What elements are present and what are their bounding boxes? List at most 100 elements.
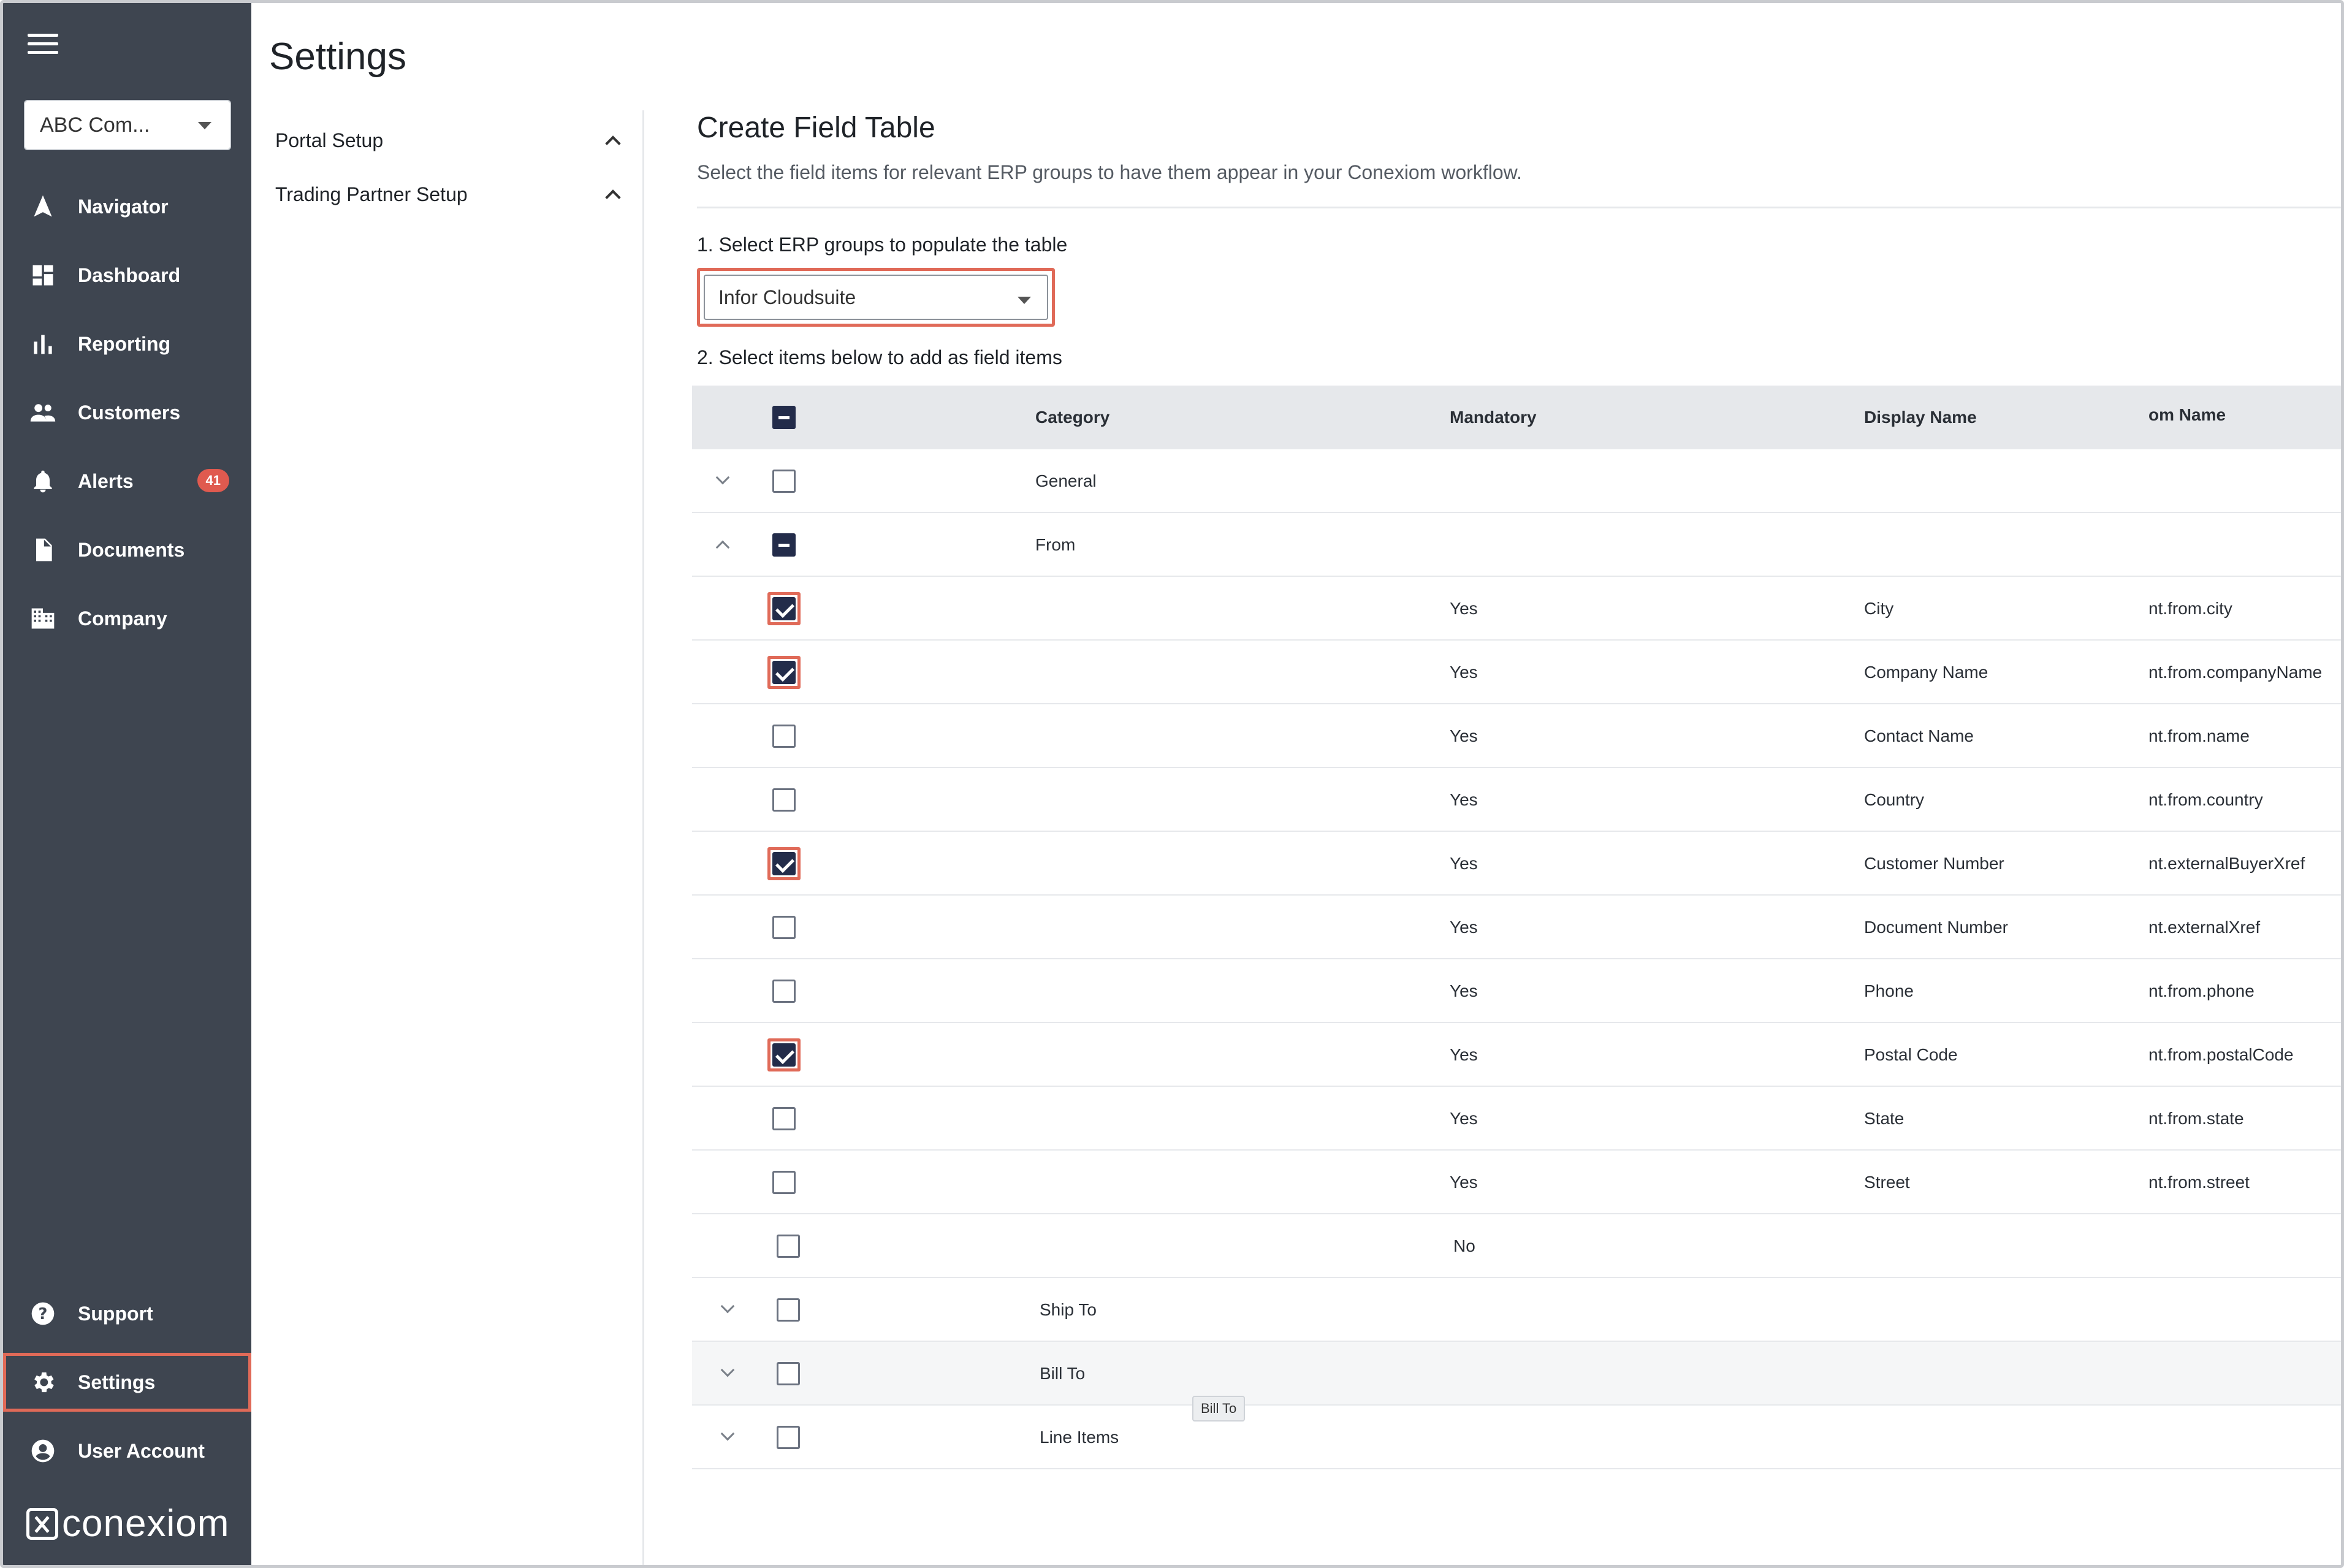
row-checkbox[interactable] (777, 1235, 800, 1258)
category-cell: General (1035, 471, 1097, 490)
field-table: Category Mandatory Display Name om Name … (692, 386, 2341, 1469)
select-all-checkbox[interactable] (772, 406, 796, 429)
chevron-up-icon (605, 135, 621, 151)
user-circle-icon (28, 1436, 58, 1466)
bar-chart-icon (28, 329, 58, 359)
custom-name-cell: nt.externalBuyerXref (2148, 854, 2305, 873)
row-checkbox[interactable] (772, 916, 796, 939)
table-row: Yes Country nt.from.country (692, 768, 2341, 832)
display-name-cell: Country (1864, 790, 1925, 809)
sidebar-item-label: Support (78, 1302, 153, 1325)
row-checkbox[interactable] (772, 1171, 796, 1194)
bell-icon (28, 466, 58, 497)
logo-mark-icon (26, 1507, 58, 1540)
display-name-cell: Postal Code (1864, 1045, 1958, 1064)
sidebar-item-alerts[interactable]: Alerts 41 (3, 452, 251, 511)
mandatory-cell: Yes (1450, 854, 1478, 873)
row-checkbox[interactable] (777, 1426, 800, 1449)
chevron-down-icon[interactable] (720, 1363, 735, 1377)
row-checkbox[interactable] (777, 1362, 800, 1385)
custom-name-cell: nt.from.country (2148, 790, 2263, 809)
subnav-item-portal-setup[interactable]: Portal Setup (269, 113, 631, 167)
category-cell: From (1035, 535, 1076, 554)
row-checkbox[interactable] (772, 1107, 796, 1130)
mandatory-cell: Yes (1450, 1045, 1478, 1064)
sidebar-item-navigator[interactable]: Navigator (3, 177, 251, 236)
subnav-item-trading-partner-setup[interactable]: Trading Partner Setup (269, 167, 631, 221)
mandatory-cell: Yes (1450, 1173, 1478, 1192)
hamburger-menu-icon[interactable] (28, 34, 58, 58)
settings-subnav: Portal Setup Trading Partner Setup (269, 113, 631, 221)
display-name-cell: State (1864, 1109, 1904, 1128)
divider (697, 207, 2341, 208)
sidebar-item-support[interactable]: ? Support (3, 1284, 251, 1343)
category-cell: Line Items (1040, 1428, 1119, 1447)
custom-name-cell: nt.from.state (2148, 1109, 2244, 1128)
table-row: Yes Contact Name nt.from.name (692, 704, 2341, 768)
sidebar-item-label: Navigator (78, 195, 169, 218)
subnav-item-label: Portal Setup (275, 129, 384, 151)
app-window: ABC Com... Navigator Dashboard Reporting… (0, 0, 2344, 1568)
svg-text:?: ? (39, 1305, 48, 1323)
navigator-arrow-icon (28, 191, 58, 222)
sidebar-item-documents[interactable]: Documents (3, 520, 251, 579)
custom-name-cell: nt.from.postalCode (2148, 1045, 2294, 1064)
gear-icon (28, 1367, 58, 1398)
sidebar-item-customers[interactable]: Customers (3, 383, 251, 442)
row-checkbox[interactable] (772, 533, 796, 557)
table-row-group: General (692, 449, 2341, 513)
row-checkbox[interactable] (772, 980, 796, 1003)
sidebar-item-label: Customers (78, 401, 181, 424)
table-row-group: Ship To (692, 1278, 2341, 1342)
mandatory-cell: No (1453, 1236, 1475, 1255)
caret-down-icon (198, 122, 211, 129)
sidebar-item-settings[interactable]: Settings (3, 1353, 251, 1412)
display-name-cell: Phone (1864, 981, 1914, 1000)
display-name-cell: Company Name (1864, 663, 1988, 682)
company-selector[interactable]: ABC Com... (24, 100, 231, 150)
sidebar-item-reporting[interactable]: Reporting (3, 314, 251, 373)
column-header-display-name: Display Name (1864, 408, 1977, 427)
people-icon (28, 397, 58, 428)
custom-name-cell: nt.externalXref (2148, 918, 2261, 937)
row-checkbox[interactable] (772, 852, 796, 875)
column-header-custom-name: om Name (2148, 405, 2226, 424)
erp-group-select[interactable]: Infor Cloudsuite (697, 268, 1055, 327)
help-icon: ? (28, 1298, 58, 1329)
table-row: Yes Document Number nt.externalXref (692, 896, 2341, 959)
display-name-cell: Street (1864, 1173, 1910, 1192)
chevron-down-icon[interactable] (715, 470, 730, 485)
row-checkbox[interactable] (772, 470, 796, 493)
chevron-down-icon[interactable] (720, 1426, 735, 1441)
sidebar-item-label: Alerts (78, 470, 134, 492)
dashboard-icon (28, 260, 58, 291)
row-checkbox[interactable] (772, 1043, 796, 1067)
tooltip: Bill To (1192, 1396, 1246, 1421)
chevron-down-icon[interactable] (720, 1299, 735, 1314)
sidebar-item-label: Settings (78, 1371, 156, 1393)
chevron-up-icon[interactable] (715, 540, 730, 555)
row-checkbox[interactable] (772, 788, 796, 812)
category-cell: Ship To (1040, 1300, 1097, 1319)
sidebar-item-company[interactable]: Company (3, 589, 251, 648)
document-icon (28, 535, 58, 565)
step-2-label: 2. Select items below to add as field it… (697, 346, 1062, 368)
sidebar-item-dashboard[interactable]: Dashboard (3, 246, 251, 305)
sidebar-item-label: User Account (78, 1439, 205, 1462)
row-checkbox[interactable] (772, 597, 796, 620)
table-row: Yes Customer Number nt.externalBuyerXref (692, 832, 2341, 896)
display-name-cell: Customer Number (1864, 854, 2004, 873)
building-icon (28, 603, 58, 634)
row-checkbox[interactable] (777, 1298, 800, 1322)
column-header-category: Category (1035, 408, 1110, 427)
table-row: No (692, 1214, 2341, 1278)
sidebar: ABC Com... Navigator Dashboard Reporting… (3, 3, 251, 1565)
category-cell: Bill To (1040, 1364, 1086, 1383)
display-name-cell: City (1864, 599, 1894, 618)
row-checkbox[interactable] (772, 661, 796, 684)
row-checkbox[interactable] (772, 725, 796, 748)
table-row-group: Line Items Bill To (692, 1396, 2341, 1469)
sidebar-item-user-account[interactable]: User Account (3, 1421, 251, 1480)
sidebar-item-label: Company (78, 607, 167, 630)
table-row-group: From (692, 513, 2341, 577)
